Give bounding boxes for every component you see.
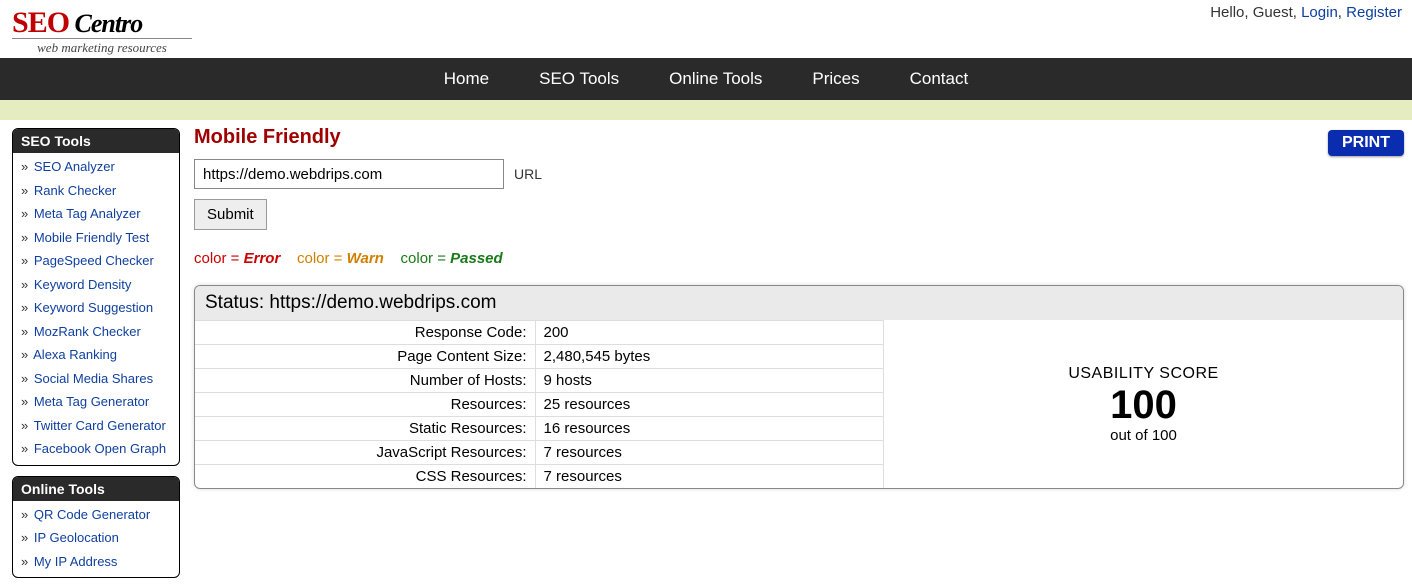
row-label: JavaScript Resources: (195, 441, 535, 465)
sidebar-item: » Mobile Friendly Test (13, 226, 179, 250)
seo-tool-link[interactable]: PageSpeed Checker (30, 253, 154, 268)
sidebar-item: » Meta Tag Generator (13, 390, 179, 414)
seo-tool-link[interactable]: Keyword Suggestion (30, 300, 153, 315)
nav-seo-tools[interactable]: SEO Tools (539, 69, 619, 89)
seo-tool-link[interactable]: Social Media Shares (30, 371, 153, 386)
sidebar-item: » Keyword Suggestion (13, 296, 179, 320)
row-label: Resources: (195, 393, 535, 417)
account-links: Hello, Guest, Login, Register (1210, 2, 1402, 21)
score-value: 100 (1110, 383, 1177, 427)
status-box: Status: https://demo.webdrips.com Respon… (194, 285, 1404, 489)
table-row: Static Resources:16 resources (195, 417, 883, 441)
greeting-text: Hello, Guest, (1210, 4, 1301, 21)
sidebar-item: » Twitter Card Generator (13, 414, 179, 438)
sidebar-item: » Social Media Shares (13, 367, 179, 391)
seo-tool-link[interactable]: Alexa Ranking (30, 347, 117, 362)
seo-tool-link[interactable]: MozRank Checker (30, 324, 141, 339)
logo-tagline: web marketing resources (12, 38, 192, 56)
row-value: 25 resources (535, 393, 883, 417)
page-title: Mobile Friendly (194, 126, 1404, 149)
seo-tool-link[interactable]: Twitter Card Generator (30, 418, 166, 433)
sidebar-item: » Meta Tag Analyzer (13, 202, 179, 226)
url-input[interactable] (194, 159, 504, 189)
sidebar-item: » My IP Address (13, 550, 179, 574)
chevron-icon: » (21, 277, 28, 292)
nav-home[interactable]: Home (444, 69, 489, 89)
logo[interactable]: SEO Centro web marketing resources (12, 2, 192, 56)
table-row: CSS Resources:7 resources (195, 465, 883, 489)
chevron-icon: » (21, 159, 28, 174)
online-tool-link[interactable]: My IP Address (30, 554, 117, 569)
sidebar-item: » Alexa Ranking (13, 343, 179, 367)
row-value: 16 resources (535, 417, 883, 441)
url-label: URL (514, 166, 542, 182)
register-link[interactable]: Register (1346, 4, 1402, 21)
table-row: Number of Hosts:9 hosts (195, 369, 883, 393)
chevron-icon: » (21, 230, 28, 245)
row-value: 7 resources (535, 465, 883, 489)
sidebar-item: » Facebook Open Graph (13, 437, 179, 461)
chevron-icon: » (21, 418, 28, 433)
row-value: 9 hosts (535, 369, 883, 393)
online-tool-link[interactable]: QR Code Generator (30, 507, 150, 522)
sidebar-seo-header: SEO Tools (13, 129, 179, 153)
row-value: 200 (535, 321, 883, 345)
score-out: out of 100 (1110, 427, 1177, 444)
table-row: Page Content Size:2,480,545 bytes (195, 345, 883, 369)
nav-online-tools[interactable]: Online Tools (669, 69, 762, 89)
print-button[interactable]: PRINT (1328, 130, 1404, 156)
main-nav: Home SEO Tools Online Tools Prices Conta… (0, 58, 1412, 100)
chevron-icon: » (21, 253, 28, 268)
row-value: 2,480,545 bytes (535, 345, 883, 369)
chevron-icon: » (21, 347, 28, 362)
seo-tool-link[interactable]: Meta Tag Generator (30, 394, 149, 409)
sidebar-item: » Rank Checker (13, 179, 179, 203)
seo-tool-link[interactable]: Meta Tag Analyzer (30, 206, 140, 221)
chevron-icon: » (21, 183, 28, 198)
row-label: Response Code: (195, 321, 535, 345)
chevron-icon: » (21, 507, 28, 522)
chevron-icon: » (21, 206, 28, 221)
login-link[interactable]: Login (1301, 4, 1338, 21)
submit-button[interactable]: Submit (194, 199, 267, 230)
chevron-icon: » (21, 300, 28, 315)
row-label: Static Resources: (195, 417, 535, 441)
chevron-icon: » (21, 530, 28, 545)
status-table: Response Code:200Page Content Size:2,480… (195, 320, 883, 488)
seo-tool-link[interactable]: Rank Checker (30, 183, 116, 198)
score-title: USABILITY SCORE (1068, 365, 1218, 383)
chevron-icon: » (21, 394, 28, 409)
chevron-icon: » (21, 441, 28, 456)
sidebar-seo-tools: SEO Tools » SEO Analyzer» Rank Checker» … (12, 128, 180, 466)
seo-tool-link[interactable]: Keyword Density (30, 277, 131, 292)
seo-tool-link[interactable]: SEO Analyzer (30, 159, 115, 174)
table-row: Resources:25 resources (195, 393, 883, 417)
legend: color = Error color = Warn color = Passe… (194, 250, 1404, 267)
table-row: JavaScript Resources:7 resources (195, 441, 883, 465)
accent-bar (0, 100, 1412, 120)
online-tool-link[interactable]: IP Geolocation (30, 530, 119, 545)
sidebar-online-header: Online Tools (13, 477, 179, 501)
chevron-icon: » (21, 554, 28, 569)
sidebar-item: » PageSpeed Checker (13, 249, 179, 273)
chevron-icon: » (21, 371, 28, 386)
sidebar-item: » IP Geolocation (13, 526, 179, 550)
seo-tool-link[interactable]: Mobile Friendly Test (30, 230, 149, 245)
row-label: Number of Hosts: (195, 369, 535, 393)
row-label: Page Content Size: (195, 345, 535, 369)
nav-contact[interactable]: Contact (910, 69, 969, 89)
seo-tool-link[interactable]: Facebook Open Graph (30, 441, 166, 456)
usability-score: USABILITY SCORE 100 out of 100 (883, 320, 1403, 488)
sidebar-item: » SEO Analyzer (13, 155, 179, 179)
sidebar-item: » MozRank Checker (13, 320, 179, 344)
nav-prices[interactable]: Prices (812, 69, 859, 89)
sidebar-online-tools: Online Tools » QR Code Generator» IP Geo… (12, 476, 180, 579)
status-header: Status: https://demo.webdrips.com (195, 286, 1403, 320)
sidebar-item: » Keyword Density (13, 273, 179, 297)
table-row: Response Code:200 (195, 321, 883, 345)
chevron-icon: » (21, 324, 28, 339)
sidebar-item: » QR Code Generator (13, 503, 179, 527)
row-value: 7 resources (535, 441, 883, 465)
row-label: CSS Resources: (195, 465, 535, 489)
